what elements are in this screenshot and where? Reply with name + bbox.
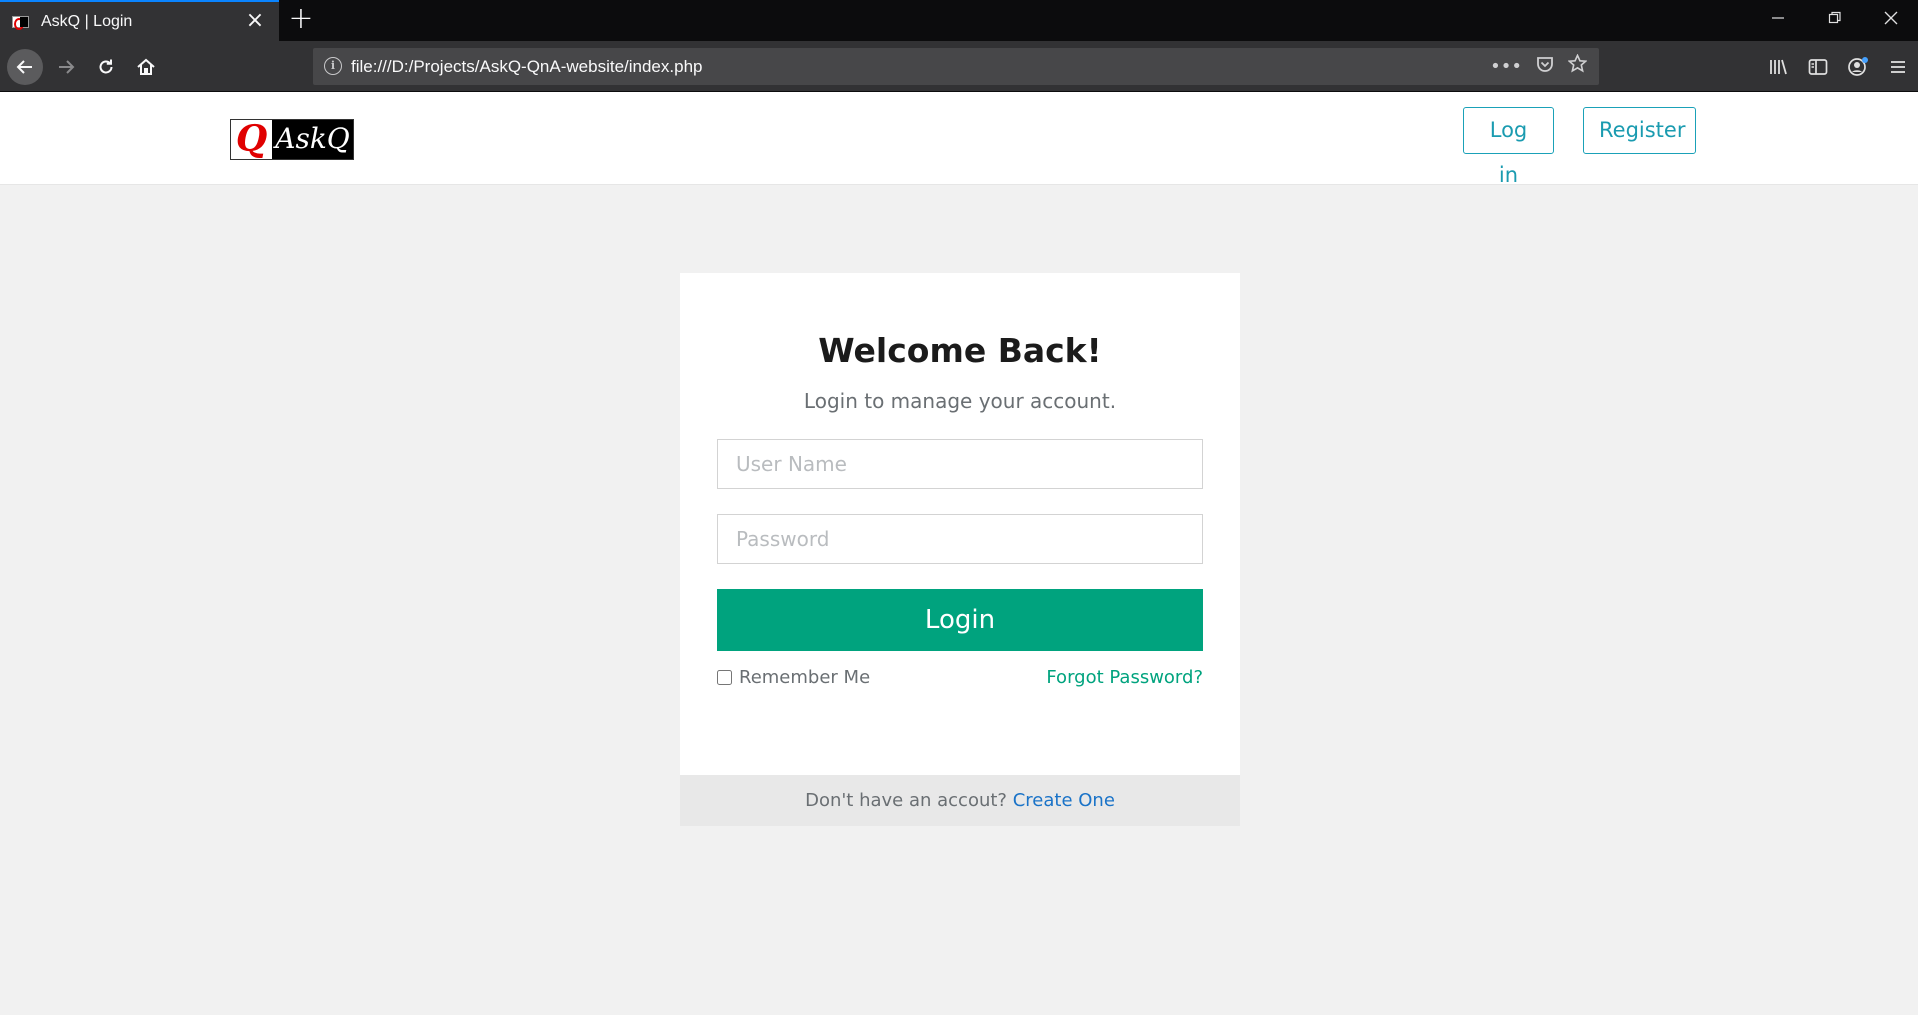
logo-q-mark: Q: [231, 120, 272, 159]
browser-nav-bar: i file:///D:/Projects/AskQ-QnA-website/i…: [0, 41, 1918, 92]
bookmark-star-icon[interactable]: [1567, 53, 1588, 78]
site-header: Q AskQ Log in Register: [0, 92, 1918, 187]
close-window-icon[interactable]: [1871, 8, 1911, 32]
header-register-button[interactable]: Register: [1583, 107, 1696, 154]
reload-icon[interactable]: [88, 49, 124, 85]
login-submit-button[interactable]: Login: [717, 589, 1203, 651]
site-favicon-icon: [12, 15, 29, 30]
url-text[interactable]: file:///D:/Projects/AskQ-QnA-website/ind…: [351, 57, 702, 77]
page-actions-menu-icon[interactable]: •••: [1490, 56, 1522, 77]
username-input[interactable]: [717, 439, 1203, 489]
password-input[interactable]: [717, 514, 1203, 564]
library-icon[interactable]: [1758, 49, 1798, 85]
tab-title: AskQ | Login: [41, 12, 133, 30]
forgot-password-link[interactable]: Forgot Password?: [1046, 667, 1203, 688]
account-icon[interactable]: [1838, 49, 1878, 85]
browser-tab-active[interactable]: AskQ | Login ×: [0, 0, 279, 41]
signup-prompt: Don't have an accout? Create One: [680, 775, 1240, 826]
address-bar[interactable]: i file:///D:/Projects/AskQ-QnA-website/i…: [313, 48, 1599, 85]
login-card: Welcome Back! Login to manage your accou…: [680, 273, 1240, 826]
site-info-icon[interactable]: i: [324, 57, 342, 75]
login-subtitle: Login to manage your account.: [803, 389, 1117, 413]
pocket-icon[interactable]: [1536, 55, 1554, 78]
new-tab-icon[interactable]: +: [288, 4, 314, 34]
minimize-window-icon[interactable]: [1758, 8, 1798, 32]
close-tab-icon[interactable]: ×: [245, 10, 265, 32]
logo-wordmark: AskQ: [275, 122, 350, 155]
remember-me[interactable]: Remember Me: [717, 665, 870, 689]
restore-window-icon[interactable]: [1815, 8, 1855, 32]
browser-tab-bar: AskQ | Login × +: [0, 0, 1918, 41]
remember-me-label: Remember Me: [739, 666, 871, 688]
askq-logo[interactable]: Q AskQ: [230, 119, 354, 160]
back-arrow-icon[interactable]: [7, 49, 43, 85]
hamburger-menu-icon[interactable]: [1878, 49, 1918, 85]
sidebar-toggle-icon[interactable]: [1798, 49, 1838, 85]
signup-question: Don't have an accout?: [805, 790, 1013, 811]
login-title: Welcome Back!: [818, 331, 1102, 370]
forward-arrow-icon[interactable]: [48, 49, 84, 85]
remember-me-checkbox[interactable]: [717, 669, 732, 685]
header-login-button[interactable]: Log in: [1463, 107, 1554, 187]
create-account-link[interactable]: Create One: [1013, 790, 1115, 811]
home-icon[interactable]: [128, 49, 164, 85]
page-content: Q AskQ Log in Register Welcome Back! Log…: [0, 92, 1918, 1015]
